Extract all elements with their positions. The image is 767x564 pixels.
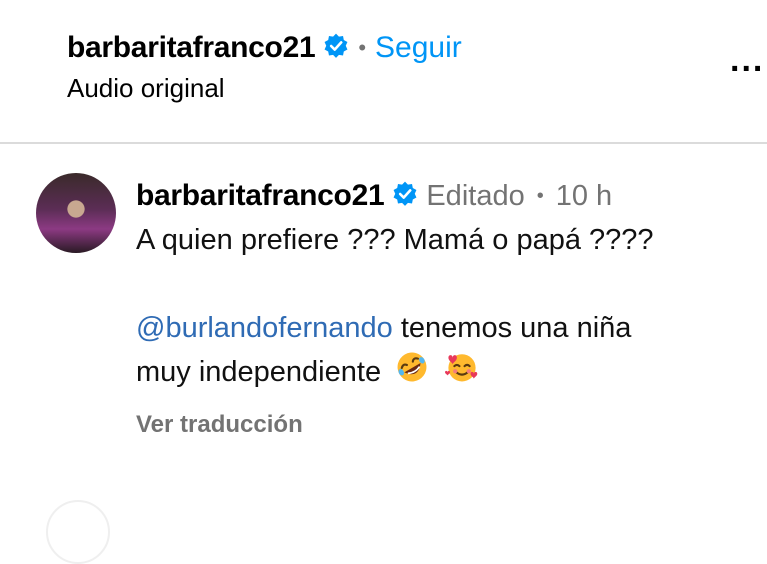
verified-badge-icon [392, 181, 418, 212]
comment-text-line2: @burlandofernando tenemos una niña [136, 306, 756, 350]
edited-label: Editado [426, 179, 525, 212]
smiling-face-with-hearts-emoji-icon [443, 350, 481, 397]
comment-header: barbaritafranco21 Editado • 10 h [136, 174, 756, 218]
more-options-icon[interactable]: ... [730, 43, 764, 77]
rolling-on-floor-laughing-emoji-icon [395, 350, 429, 397]
header-user-row: barbaritafranco21 • Seguir [67, 26, 462, 70]
caption-comment: barbaritafranco21 Editado • 10 h A quien… [136, 174, 756, 439]
mention-link[interactable]: @burlandofernando [136, 312, 393, 344]
comment-text-line1: A quien prefiere ??? Mamá o papá ???? [136, 224, 654, 256]
follow-button[interactable]: Seguir [375, 31, 462, 65]
post-header: barbaritafranco21 • Seguir Audio origina… [0, 0, 767, 142]
header-username[interactable]: barbaritafranco21 [67, 31, 316, 65]
comment-timestamp[interactable]: 10 h [556, 180, 612, 213]
comment-separator: • [536, 184, 544, 207]
next-comment-avatar[interactable] [46, 500, 110, 564]
header-separator: • [358, 35, 367, 60]
comment-text-line2-rest: tenemos una niña [392, 312, 632, 344]
comment-blank-line [136, 262, 756, 306]
comment-text-line3-text: muy independiente [136, 356, 382, 389]
see-translation-button[interactable]: Ver traducción [136, 411, 756, 439]
divider [0, 142, 767, 144]
comment-text-line3: muy independiente [136, 350, 756, 397]
comment-username[interactable]: barbaritafranco21 [136, 179, 385, 213]
audio-label[interactable]: Audio original [67, 73, 225, 104]
avatar[interactable] [36, 173, 116, 253]
verified-badge-icon [323, 33, 349, 64]
